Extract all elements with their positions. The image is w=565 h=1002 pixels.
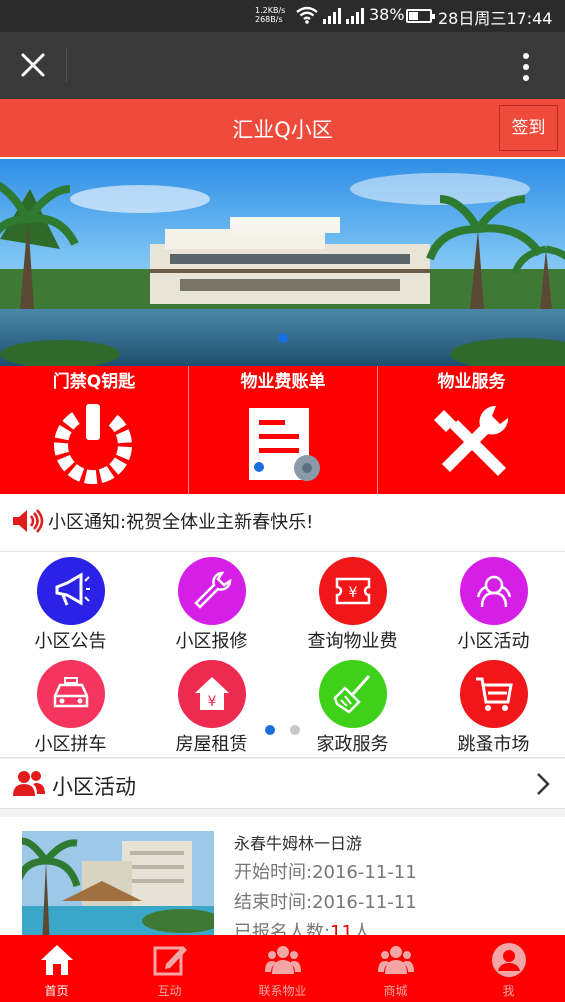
service-icon-circle: ¥ bbox=[177, 660, 246, 728]
service-label: 小区拼车 bbox=[34, 734, 107, 755]
clock: 28日周三17:44 bbox=[438, 9, 553, 28]
activity-thumbnail bbox=[22, 831, 214, 947]
service-icon-circle bbox=[318, 660, 387, 728]
wifi-icon bbox=[296, 6, 318, 24]
page-title: 汇业Q小区 bbox=[232, 118, 333, 142]
service-label: 房屋租赁 bbox=[175, 734, 248, 755]
service-flea-market[interactable]: 跳蚤市场 bbox=[423, 660, 564, 756]
carousel-dot[interactable] bbox=[278, 333, 288, 343]
ticket-yen-icon: ¥ bbox=[335, 577, 370, 605]
service-label: 查询物业费 bbox=[307, 631, 398, 652]
bill-document-icon bbox=[249, 408, 320, 481]
tools-icon bbox=[434, 405, 509, 476]
battery-icon bbox=[406, 9, 435, 23]
chevron-right-icon[interactable] bbox=[535, 771, 551, 797]
activity-name: 永春牛姆林一日游 bbox=[234, 834, 363, 853]
home-icon bbox=[40, 945, 73, 975]
user-icon bbox=[491, 943, 526, 977]
service-label: 小区公告 bbox=[34, 631, 107, 652]
tile-property-service[interactable]: 物业服务 bbox=[377, 366, 565, 494]
grid-page-dot[interactable] bbox=[290, 725, 300, 735]
service-housekeeping[interactable]: 家政服务 bbox=[282, 660, 423, 756]
signin-button[interactable]: 签到 bbox=[499, 105, 558, 151]
notice-content: 祝贺全体业主新春快乐! bbox=[126, 512, 314, 533]
service-query-fee[interactable]: ¥ 查询物业费 bbox=[282, 557, 423, 653]
taxi-icon bbox=[53, 677, 88, 708]
group-icon bbox=[13, 771, 45, 796]
nav-label: 商城 bbox=[383, 984, 408, 998]
nav-label: 首页 bbox=[44, 984, 69, 998]
service-rental[interactable]: ¥ 房屋租赁 bbox=[141, 660, 282, 756]
service-icon-circle: ¥ bbox=[318, 557, 387, 625]
service-notice[interactable]: 小区公告 bbox=[0, 557, 141, 653]
service-repair[interactable]: 小区报修 bbox=[141, 557, 282, 653]
service-label: 小区活动 bbox=[457, 631, 530, 652]
status-bar: 1.2KB/s 268B/s 38% 28日周三17:44 bbox=[0, 0, 565, 32]
broom-icon bbox=[333, 675, 370, 714]
bottom-nav: 首页 互动 联系物业 商城 我 bbox=[0, 935, 565, 1002]
service-icon-circle bbox=[177, 557, 246, 625]
battery-percent: 38% bbox=[369, 5, 405, 24]
close-icon[interactable] bbox=[20, 52, 46, 78]
group-icon bbox=[377, 946, 414, 974]
activity-end-time: 结束时间:2016-11-11 bbox=[234, 892, 417, 913]
power-icon bbox=[54, 404, 132, 484]
activity-start-time: 开始时间:2016-11-11 bbox=[234, 862, 417, 883]
notice-bar[interactable]: 小区通知:祝贺全体业主新春快乐! bbox=[0, 494, 565, 552]
tile-property-bill[interactable]: 物业费账单 bbox=[188, 366, 377, 494]
nav-mall[interactable]: 商城 bbox=[339, 935, 452, 1002]
net-down-speed: 268B/s bbox=[255, 15, 283, 24]
service-icon-circle bbox=[36, 557, 105, 625]
house-yen-icon: ¥ bbox=[194, 677, 229, 710]
nav-interact[interactable]: 互动 bbox=[113, 935, 226, 1002]
section-title: 小区活动 bbox=[52, 775, 136, 799]
service-carpool[interactable]: 小区拼车 bbox=[0, 660, 141, 756]
app-header: 汇业Q小区 签到 bbox=[0, 99, 565, 157]
edit-icon bbox=[153, 946, 187, 976]
activity-section-header[interactable]: 小区活动 bbox=[0, 759, 565, 809]
tile-label: 物业费账单 bbox=[240, 372, 326, 392]
svg-text:¥: ¥ bbox=[348, 585, 357, 601]
cart-icon bbox=[475, 677, 513, 711]
nav-label: 我 bbox=[502, 984, 515, 998]
activity-card[interactable]: 永春牛姆林一日游 开始时间:2016-11-11 结束时间:2016-11-11… bbox=[0, 817, 565, 947]
feature-tiles: 门禁Q钥匙 物业费账单 物业服务 bbox=[0, 366, 565, 494]
banner-carousel[interactable] bbox=[0, 159, 565, 366]
toolbar-divider bbox=[66, 48, 67, 82]
notice-text: 小区通知:祝贺全体业主新春快乐! bbox=[48, 508, 313, 534]
svg-text:¥: ¥ bbox=[207, 694, 216, 710]
network-speed: 1.2KB/s 268B/s bbox=[255, 6, 285, 24]
net-up-speed: 1.2KB/s bbox=[255, 6, 286, 15]
grid-page-dot-active[interactable] bbox=[265, 725, 275, 735]
group-icon bbox=[264, 946, 301, 974]
service-icon-circle bbox=[36, 660, 105, 728]
wrench-icon bbox=[193, 571, 231, 609]
speaker-icon bbox=[13, 509, 44, 533]
nav-label: 联系物业 bbox=[258, 984, 307, 998]
signal-icon bbox=[323, 8, 341, 24]
service-grid: 小区公告 小区报修 ¥ 查询物业费 小区活动 小区拼车 ¥ 房屋租赁 家政服务 … bbox=[0, 552, 565, 758]
megaphone-icon bbox=[55, 572, 90, 606]
banner-image bbox=[0, 159, 565, 366]
activity-people-icon bbox=[476, 575, 511, 608]
service-label: 家政服务 bbox=[316, 734, 389, 755]
service-icon-circle bbox=[459, 660, 528, 728]
tile-door-key[interactable]: 门禁Q钥匙 bbox=[0, 366, 188, 494]
tile-label: 物业服务 bbox=[437, 372, 506, 392]
tile-label: 门禁Q钥匙 bbox=[52, 372, 136, 392]
nav-contact-property[interactable]: 联系物业 bbox=[226, 935, 339, 1002]
signal-icon bbox=[346, 8, 364, 24]
service-label: 小区报修 bbox=[175, 631, 248, 652]
nav-home[interactable]: 首页 bbox=[0, 935, 113, 1002]
nav-me[interactable]: 我 bbox=[452, 935, 565, 1002]
nav-label: 互动 bbox=[157, 984, 182, 998]
browser-toolbar bbox=[0, 32, 565, 99]
service-activity[interactable]: 小区活动 bbox=[423, 557, 564, 653]
service-label: 跳蚤市场 bbox=[457, 734, 530, 755]
notice-label: 小区通知: bbox=[48, 512, 127, 533]
more-vertical-icon[interactable] bbox=[522, 52, 530, 82]
service-icon-circle bbox=[459, 557, 528, 625]
